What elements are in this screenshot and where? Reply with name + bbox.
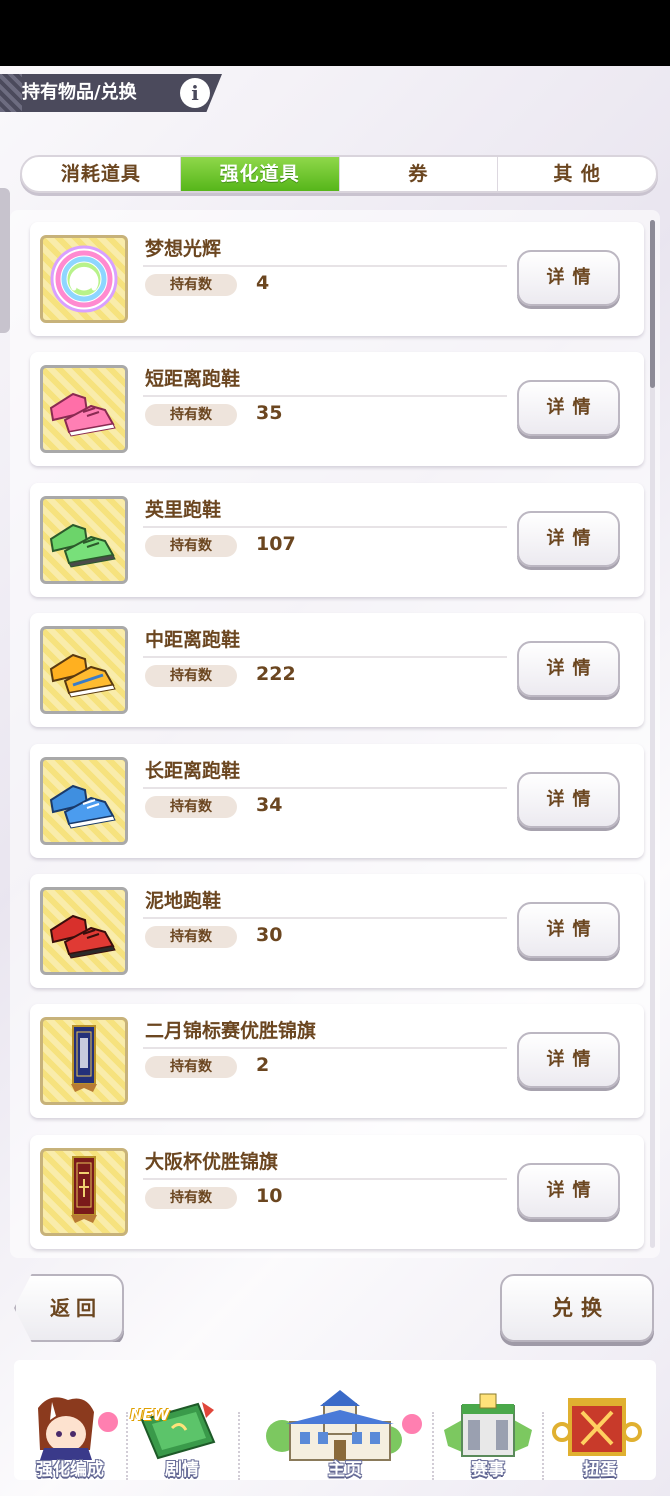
nav-label: 扭蛋 (583, 1460, 617, 1480)
tab-consumables[interactable]: 消耗道具 (22, 157, 180, 191)
item-name: 泥地跑鞋 (145, 890, 222, 912)
nav-race[interactable]: 赛事 (428, 1390, 548, 1482)
detail-button[interactable]: 详情 (517, 1032, 620, 1088)
rainbow-horseshoe-icon (40, 235, 128, 323)
list-item: 梦想光辉 持有数 4 详情 (30, 222, 644, 336)
nav-enhance-team[interactable]: 强化编成 (10, 1390, 130, 1482)
page-title: 持有物品/兑换 (22, 82, 137, 103)
red-shoes-icon (40, 887, 128, 975)
divider (143, 265, 507, 267)
list-item: 大阪杯优胜锦旗 持有数 10 详情 (30, 1135, 644, 1249)
qty-value: 107 (256, 533, 296, 555)
list-item: 二月锦标赛优胜锦旗 持有数 2 详情 (30, 1004, 644, 1118)
list-item: 英里跑鞋 持有数 107 详情 (30, 483, 644, 597)
divider (143, 917, 507, 919)
qty-value: 4 (256, 272, 270, 294)
item-name: 长距离跑鞋 (145, 760, 241, 782)
nav-home[interactable]: 主页 (260, 1390, 430, 1482)
nav-gacha[interactable]: 扭蛋 (540, 1390, 660, 1482)
status-bar (0, 0, 670, 66)
qty-label: 持有数 (145, 404, 237, 426)
item-name: 大阪杯优胜锦旗 (145, 1151, 279, 1173)
race-gate-icon (444, 1393, 532, 1457)
divider (143, 787, 507, 789)
nav-story[interactable]: NEW 剧情 (122, 1390, 242, 1482)
detail-button[interactable]: 详情 (517, 902, 620, 958)
qty-label: 持有数 (145, 665, 237, 687)
blue-shoes-icon (40, 757, 128, 845)
qty-value: 30 (256, 924, 283, 946)
qty-value: 222 (256, 663, 296, 685)
back-button[interactable]: 返回 (14, 1274, 124, 1342)
detail-button[interactable]: 详情 (517, 1163, 620, 1219)
scrollbar-thumb[interactable] (650, 220, 655, 388)
item-name: 中距离跑鞋 (145, 629, 241, 651)
orange-shoes-icon (40, 626, 128, 714)
qty-value: 2 (256, 1054, 270, 1076)
tab-tickets[interactable]: 券 (338, 157, 498, 191)
detail-button[interactable]: 详情 (517, 250, 620, 306)
side-handle[interactable] (0, 188, 10, 333)
divider (143, 1178, 507, 1180)
red-pennant-icon (40, 1148, 128, 1236)
detail-button[interactable]: 详情 (517, 772, 620, 828)
tab-bar: 消耗道具 强化道具 券 其 他 (20, 155, 658, 193)
detail-button[interactable]: 详情 (517, 380, 620, 436)
qty-label: 持有数 (145, 274, 237, 296)
story-book-icon (140, 1402, 216, 1460)
divider (143, 395, 507, 397)
nav-label: 剧情 (165, 1460, 199, 1480)
navy-pennant-icon (40, 1017, 128, 1105)
new-tag: NEW (130, 1406, 170, 1424)
item-name: 梦想光辉 (145, 238, 222, 260)
nav-label: 赛事 (471, 1460, 505, 1480)
item-name: 二月锦标赛优胜锦旗 (145, 1020, 317, 1042)
item-name: 英里跑鞋 (145, 499, 222, 521)
divider (143, 1047, 507, 1049)
exchange-button[interactable]: 兑换 (500, 1274, 654, 1342)
item-name: 短距离跑鞋 (145, 368, 241, 390)
qty-label: 持有数 (145, 1187, 237, 1209)
qty-value: 35 (256, 402, 283, 424)
detail-button[interactable]: 详情 (517, 511, 620, 567)
green-shoes-icon (40, 496, 128, 584)
qty-label: 持有数 (145, 1056, 237, 1078)
qty-value: 10 (256, 1185, 283, 1207)
divider (143, 526, 507, 528)
list-item: 泥地跑鞋 持有数 30 详情 (30, 874, 644, 988)
gacha-banner-icon (552, 1398, 642, 1456)
list-item: 中距离跑鞋 持有数 222 详情 (30, 613, 644, 727)
qty-label: 持有数 (145, 796, 237, 818)
nav-label: 强化编成 (36, 1460, 104, 1480)
tab-enhancement[interactable]: 强化道具 (179, 157, 339, 191)
qty-value: 34 (256, 794, 283, 816)
list-item: 长距离跑鞋 持有数 34 详情 (30, 744, 644, 858)
nav-label: 主页 (328, 1460, 362, 1480)
pink-shoes-icon (40, 365, 128, 453)
tab-other[interactable]: 其 他 (497, 157, 656, 191)
info-icon[interactable]: i (180, 78, 210, 108)
list-item: 短距离跑鞋 持有数 35 详情 (30, 352, 644, 466)
notification-badge (400, 1412, 424, 1436)
detail-button[interactable]: 详情 (517, 641, 620, 697)
divider (143, 656, 507, 658)
qty-label: 持有数 (145, 535, 237, 557)
notification-badge (96, 1410, 120, 1434)
qty-label: 持有数 (145, 926, 237, 948)
